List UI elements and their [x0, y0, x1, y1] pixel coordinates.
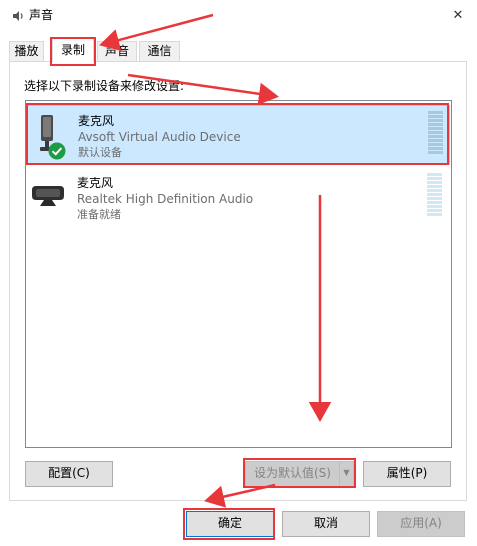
tab-sounds[interactable]: 声音 [97, 41, 137, 61]
level-meter [427, 173, 442, 217]
set-default-button[interactable]: 设为默认值(S) [245, 461, 339, 487]
device-status: 默认设备 [78, 146, 122, 159]
instruction-label: 选择以下录制设备来修改设置: [24, 79, 185, 93]
apply-button[interactable]: 应用(A) [377, 511, 465, 537]
chevron-down-icon: ▼ [343, 468, 350, 477]
set-default-dropdown-button[interactable]: ▼ [339, 461, 354, 487]
title-bar [0, 0, 477, 30]
window-title: 声音 [29, 8, 54, 22]
tab-recording[interactable]: 录制 [52, 38, 94, 62]
device-name: 麦克风 [78, 114, 115, 128]
tab-communications[interactable]: 通信 [139, 41, 180, 61]
device-name: 麦克风 [77, 176, 114, 190]
device-description: Realtek High Definition Audio [77, 192, 254, 206]
close-icon: ✕ [452, 7, 464, 23]
device-item-avsoft[interactable]: 麦克风 Avsoft Virtual Audio Device 默认设备 [26, 105, 450, 165]
webcam-microphone-icon [30, 182, 66, 208]
device-item-realtek[interactable]: 麦克风 Realtek High Definition Audio 准备就绪 [26, 168, 450, 228]
ok-button[interactable]: 确定 [186, 511, 274, 537]
properties-button[interactable]: 属性(P) [363, 461, 451, 487]
close-button[interactable]: ✕ [446, 4, 470, 26]
device-status: 准备就绪 [77, 208, 121, 221]
speaker-icon [11, 9, 25, 23]
cancel-button[interactable]: 取消 [282, 511, 370, 537]
default-check-icon [48, 142, 66, 160]
tab-playback[interactable]: 播放 [9, 41, 44, 61]
device-description: Avsoft Virtual Audio Device [78, 130, 241, 144]
configure-button[interactable]: 配置(C) [25, 461, 113, 487]
level-meter [428, 111, 443, 155]
